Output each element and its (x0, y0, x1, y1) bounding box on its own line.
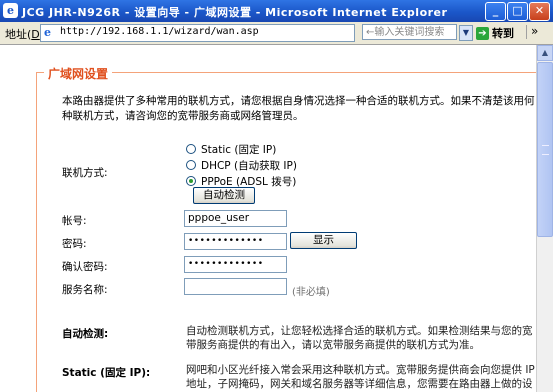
show-password-button[interactable]: 显示 (290, 232, 357, 249)
search-input[interactable]: ←输入关键词搜索 (362, 24, 457, 40)
password-label: 密码: (62, 238, 87, 250)
maximize-button[interactable]: □ (507, 2, 528, 21)
page-icon: e (44, 26, 51, 39)
help-text-auto-detect: 自动检测联机方式，让您轻松选择合适的联机方式。如果检测结果与您的宽带服务商提供的… (186, 325, 533, 351)
connection-label: 联机方式: (62, 167, 108, 179)
links-chevron-icon[interactable] (526, 24, 541, 39)
auto-detect-button[interactable]: 自动检测 (193, 187, 255, 204)
help-term-auto-detect: 自动检测: (62, 328, 109, 340)
service-name-input[interactable] (184, 278, 287, 295)
account-input[interactable]: pppoe_user (184, 210, 287, 227)
url-text: http://192.168.1.1/wizard/wan.asp (60, 26, 259, 37)
radio-static[interactable]: Static (固定 IP) (186, 142, 276, 157)
minimize-button[interactable]: _ (485, 2, 506, 21)
radio-dhcp-icon[interactable] (186, 160, 196, 170)
window-title: JCG JHR-N926R - 设置向导 - 广域网设置 - Microsoft… (22, 6, 448, 19)
close-button[interactable]: ✕ (529, 2, 550, 21)
intro-text: 本路由器提供了多种常用的联机方式，请您根据自身情况选择一种合适的联机方式。如果不… (62, 95, 535, 122)
window-title-bar: e JCG JHR-N926R - 设置向导 - 广域网设置 - Microso… (0, 0, 553, 22)
address-input[interactable]: e http://192.168.1.1/wizard/wan.asp (40, 24, 355, 42)
help-text-static: 网吧和小区光纤接入常会采用这种联机方式。宽带服务提供商会向您提供 IP 地址，子… (186, 364, 535, 390)
go-button[interactable]: ➔ 转到 (476, 25, 522, 40)
ie-icon: e (3, 3, 18, 18)
address-label: 地址(D) (5, 28, 44, 41)
radio-dhcp[interactable]: DHCP (自动获取 IP) (186, 158, 297, 173)
help-term-static: Static (固定 IP): (62, 367, 151, 379)
address-bar: 地址(D) e http://192.168.1.1/wizard/wan.as… (0, 22, 553, 45)
vertical-scrollbar[interactable]: ▲ (536, 45, 553, 392)
section-legend: 广域网设置 (44, 65, 113, 82)
scroll-up-icon[interactable]: ▲ (537, 45, 553, 61)
page-content: 广域网设置 本路由器提供了多种常用的联机方式，请您根据自身情况选择一种合适的联机… (0, 45, 553, 392)
go-arrow-icon: ➔ (476, 26, 489, 40)
account-label: 帐号: (62, 215, 87, 227)
password-input[interactable]: ••••••••••••• (184, 233, 287, 250)
radio-static-icon[interactable] (186, 144, 196, 154)
confirm-password-label: 确认密码: (62, 261, 108, 273)
section-border (36, 72, 548, 73)
service-hint: (非必填) (292, 287, 330, 298)
radio-pppoe-icon[interactable] (186, 176, 196, 186)
service-name-label: 服务名称: (62, 284, 108, 296)
confirm-password-input[interactable]: ••••••••••••• (184, 256, 287, 273)
scrollbar-thumb[interactable] (537, 62, 553, 237)
address-dropdown-icon[interactable]: ▼ (459, 25, 473, 41)
section-border-left (36, 72, 37, 392)
